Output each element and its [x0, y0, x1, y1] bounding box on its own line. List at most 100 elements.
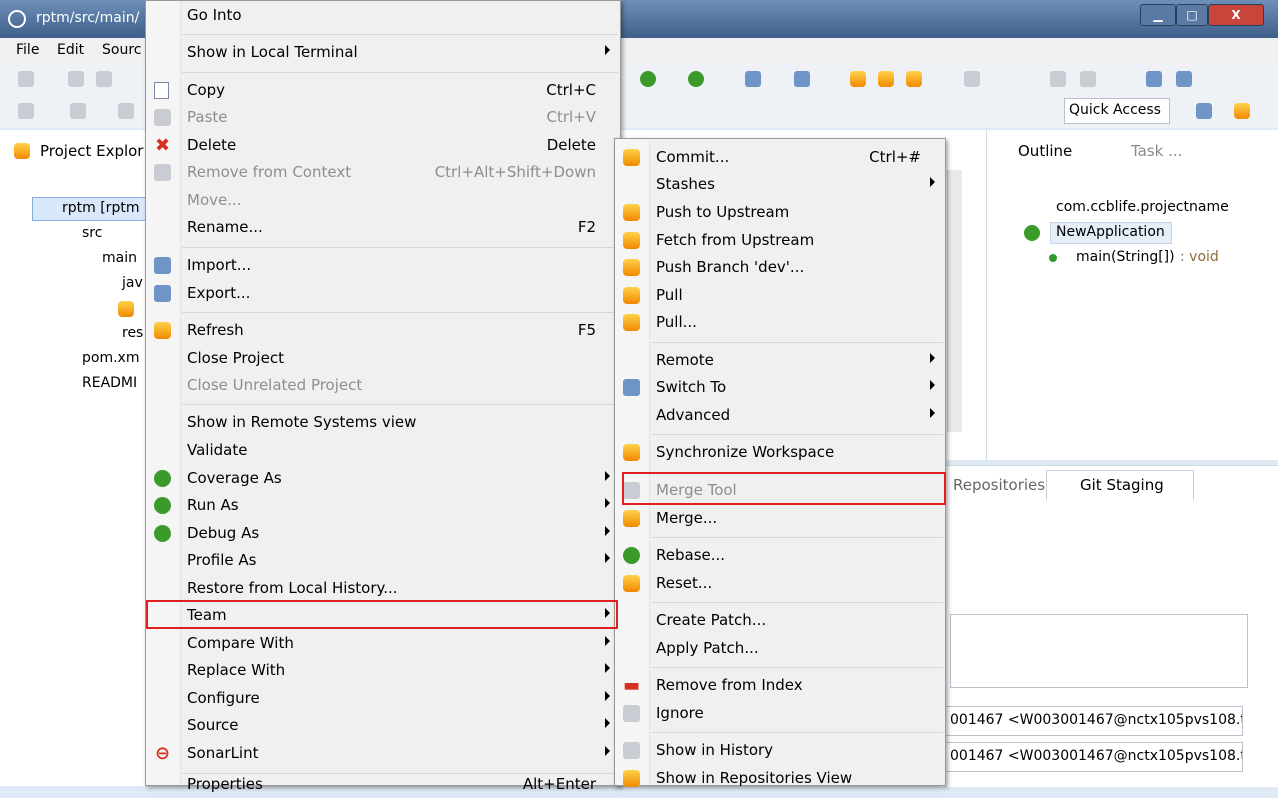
open-perspective-icon[interactable] — [1196, 103, 1212, 119]
commit-message-input[interactable] — [950, 614, 1248, 688]
team-item-push-to-upstream[interactable]: Push to Upstream — [615, 199, 945, 226]
team-item-reset[interactable]: Reset... — [615, 570, 945, 597]
outline-method[interactable]: main(String[]) — [1076, 249, 1175, 265]
open-type-icon[interactable] — [850, 71, 866, 87]
menu-item-compare-with[interactable]: Compare With — [146, 630, 620, 657]
repositories-tab[interactable]: Repositories — [953, 476, 1045, 494]
menu-item-close-project[interactable]: Close Project — [146, 345, 620, 372]
task-list-tab[interactable]: Task ... — [1131, 142, 1182, 160]
run-icon[interactable] — [688, 71, 704, 87]
block-selection-icon[interactable] — [1050, 71, 1066, 87]
menu-item-rename[interactable]: Rename... F2 — [146, 214, 620, 241]
team-label: Switch To — [656, 378, 727, 396]
menu-item-run-as[interactable]: Run As — [146, 492, 620, 519]
tree-item-pom[interactable]: pom.xm — [82, 350, 139, 366]
team-item-rebase[interactable]: Rebase... — [615, 542, 945, 569]
team-item-show-in-history[interactable]: Show in History — [615, 737, 945, 764]
menu-item-delete[interactable]: ✖ Delete Delete — [146, 132, 620, 159]
outline-package[interactable]: com.ccblife.projectname — [1056, 199, 1229, 215]
team-item-push-branch-dev[interactable]: Push Branch 'dev'... — [615, 254, 945, 281]
team-label: Pull — [656, 286, 683, 304]
menu-file[interactable]: File — [16, 42, 39, 58]
tree-item-src[interactable]: src — [82, 225, 102, 241]
quick-access-input[interactable]: Quick Access — [1064, 98, 1170, 124]
menu-item-copy[interactable]: Copy Ctrl+C — [146, 77, 620, 104]
refresh-icon — [154, 322, 171, 339]
team-item-synchronize-workspace[interactable]: Synchronize Workspace — [615, 439, 945, 466]
menu-item-properties[interactable]: Properties Alt+Enter — [146, 771, 620, 798]
author-field[interactable]: 001467 <W003001467@nctx105pvs108.t — [945, 706, 1243, 736]
project-explorer-tab[interactable]: Project Explor — [40, 142, 143, 160]
menu-source[interactable]: Sourc — [102, 42, 141, 58]
team-item-fetch-from-upstream[interactable]: Fetch from Upstream — [615, 227, 945, 254]
team-item-merge[interactable]: Merge... — [615, 505, 945, 532]
package-icon[interactable] — [118, 301, 134, 317]
outline-class[interactable]: NewApplication — [1056, 224, 1165, 240]
team-item-apply-patch[interactable]: Apply Patch... — [615, 635, 945, 662]
team-item-advanced[interactable]: Advanced — [615, 402, 945, 429]
submenu-arrow-icon — [605, 45, 610, 55]
new-class-icon[interactable] — [794, 71, 810, 87]
close-button[interactable]: X — [1208, 4, 1264, 26]
menu-item-validate[interactable]: Validate — [146, 437, 620, 464]
synchronize-icon — [623, 444, 640, 461]
merge-icon — [623, 510, 640, 527]
git-staging-tab[interactable]: Git Staging — [1080, 476, 1164, 494]
menu-item-restore-from-local-history[interactable]: Restore from Local History... — [146, 575, 620, 602]
menu-item-refresh[interactable]: Refresh F5 — [146, 317, 620, 344]
tree-item-rptm[interactable]: rptm [rptm — [62, 200, 139, 216]
back-icon[interactable] — [118, 103, 134, 119]
menu-item-debug-as[interactable]: Debug As — [146, 520, 620, 547]
maximize-button[interactable]: □ — [1176, 4, 1208, 26]
team-item-show-in-repositories-view[interactable]: Show in Repositories View — [615, 765, 945, 792]
menu-item-import[interactable]: Import... — [146, 252, 620, 279]
team-item-commit[interactable]: Commit... Ctrl+# — [615, 144, 945, 171]
coverage-icon[interactable] — [640, 71, 656, 87]
team-item-ignore[interactable]: Ignore — [615, 700, 945, 727]
new-server-icon[interactable] — [745, 71, 761, 87]
new-icon[interactable] — [18, 71, 34, 87]
menu-shortcut: Ctrl+C — [546, 81, 596, 99]
team-item-pull[interactable]: Pull — [615, 282, 945, 309]
save-all-icon[interactable] — [96, 71, 112, 87]
team-item-switch-to[interactable]: Switch To — [615, 374, 945, 401]
editor-scrollbar[interactable] — [947, 170, 962, 432]
menu-item-coverage-as[interactable]: Coverage As — [146, 465, 620, 492]
menu-label: Refresh — [187, 321, 244, 339]
save-icon[interactable] — [68, 71, 84, 87]
tree-item-readme[interactable]: READMI — [82, 375, 137, 391]
minimize-button[interactable]: ▁ — [1140, 4, 1176, 26]
tree-item-java[interactable]: jav — [122, 275, 143, 291]
tools-icon[interactable] — [1176, 71, 1192, 87]
menu-shortcut: Ctrl+V — [546, 108, 596, 126]
annotation-icon[interactable] — [964, 71, 980, 87]
web-browser-icon[interactable] — [1146, 71, 1162, 87]
delete-icon: ✖ — [154, 135, 171, 156]
team-item-pull[interactable]: Pull... — [615, 309, 945, 336]
tree-item-main[interactable]: main — [102, 250, 137, 266]
menu-item-configure[interactable]: Configure — [146, 685, 620, 712]
java-perspective-icon[interactable] — [1234, 103, 1250, 119]
menu-edit[interactable]: Edit — [57, 42, 84, 58]
method-icon — [1049, 254, 1057, 262]
menu-item-export[interactable]: Export... — [146, 280, 620, 307]
next-annotation-icon[interactable] — [18, 103, 34, 119]
committer-field[interactable]: 001467 <W003001467@nctx105pvs108.t — [945, 742, 1243, 772]
team-item-remove-from-index[interactable]: ▬ Remove from Index — [615, 672, 945, 699]
team-item-create-patch[interactable]: Create Patch... — [615, 607, 945, 634]
menu-item-go-into[interactable]: Go Into — [146, 2, 620, 29]
menu-item-show-in-local-terminal[interactable]: Show in Local Terminal — [146, 39, 620, 66]
whitespace-icon[interactable] — [1080, 71, 1096, 87]
tree-item-resources[interactable]: res — [122, 325, 143, 341]
open-folder-icon[interactable] — [878, 71, 894, 87]
prev-annotation-icon[interactable] — [70, 103, 86, 119]
search-icon[interactable] — [906, 71, 922, 87]
menu-item-source[interactable]: Source — [146, 712, 620, 739]
team-item-remote[interactable]: Remote — [615, 347, 945, 374]
team-item-stashes[interactable]: Stashes — [615, 171, 945, 198]
outline-tab[interactable]: Outline — [1018, 142, 1072, 160]
menu-item-replace-with[interactable]: Replace With — [146, 657, 620, 684]
menu-item-show-in-remote-systems-view[interactable]: Show in Remote Systems view — [146, 409, 620, 436]
menu-item-profile-as[interactable]: Profile As — [146, 547, 620, 574]
menu-item-sonarlint[interactable]: ⊖ SonarLint — [146, 740, 620, 767]
